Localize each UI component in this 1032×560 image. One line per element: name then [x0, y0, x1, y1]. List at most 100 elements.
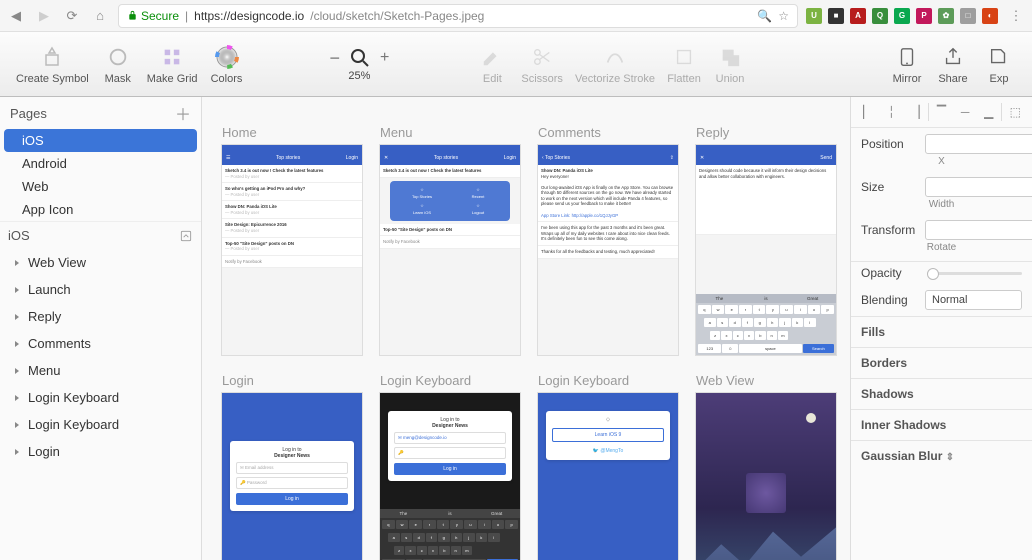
app-toolbar: Create SymbolMaskMake GridColors − + 25%… [0, 32, 1032, 97]
rotate-sublabel: Rotate [851, 242, 1032, 257]
artboard-cell[interactable]: Login KeyboardLog in toDesigner News✉ me… [380, 373, 520, 560]
exp-tool[interactable]: Exp [976, 44, 1022, 85]
mask-tool[interactable]: Mask [95, 44, 141, 85]
artboard-item[interactable]: Web View [0, 249, 201, 276]
fills-section[interactable]: Fills [851, 316, 1032, 347]
zoom-icon[interactable]: 🔍 [757, 9, 772, 23]
extension-icon[interactable]: Q [872, 8, 888, 24]
url-host: https://designcode.io [194, 9, 304, 23]
zoom-icon[interactable] [348, 46, 372, 70]
create-symbol-tool[interactable]: Create Symbol [10, 44, 95, 85]
colors-tool[interactable]: Colors [204, 44, 250, 85]
canvas[interactable]: Home☰Top storiesLoginSketch 3.4 is out n… [202, 97, 850, 560]
union-tool[interactable]: Union [707, 44, 753, 85]
page-item[interactable]: iOS [4, 129, 197, 152]
lock-icon [127, 10, 138, 21]
opacity-slider[interactable] [927, 272, 1022, 275]
chevron-right-icon [12, 447, 22, 457]
zoom-out-button[interactable]: − [330, 48, 341, 69]
extension-icon[interactable]: P [916, 8, 932, 24]
chevron-right-icon [12, 366, 22, 376]
position-label: Position [861, 137, 919, 151]
distribute-icon[interactable]: ⬚ [1004, 103, 1026, 121]
inner-shadows-section[interactable]: Inner Shadows [851, 409, 1032, 440]
union-icon [717, 44, 743, 70]
artboard-item[interactable]: Menu [0, 357, 201, 384]
page-item[interactable]: App Icon [0, 198, 201, 221]
artboard-item[interactable]: Comments [0, 330, 201, 357]
scissors-icon [529, 44, 555, 70]
borders-section[interactable]: Borders [851, 347, 1032, 378]
exp-icon [986, 44, 1012, 70]
size-width-field[interactable] [925, 177, 1032, 197]
extension-icon[interactable]: A [850, 8, 866, 24]
url-path: /cloud/sketch/Sketch-Pages.jpeg [310, 9, 484, 23]
chevron-right-icon [12, 339, 22, 349]
artboard-item[interactable]: Login Keyboard [0, 411, 201, 438]
artboard-cell[interactable]: Comments‹ Top Stories⇪Show DN: Panda iOS… [538, 125, 678, 355]
layers-panel: Pages ＋ iOSAndroidWebApp Icon iOS Web Vi… [0, 97, 202, 560]
extension-icons: U ■ AQGP ✿ □ ◐ [806, 8, 998, 24]
align-vcenter-icon[interactable]: ─ [954, 103, 976, 121]
add-page-button[interactable]: ＋ [175, 101, 191, 125]
artboard-label: Login [222, 373, 362, 389]
align-hcenter-icon[interactable]: ╎ [881, 103, 903, 121]
align-left-icon[interactable]: ▏ [857, 103, 879, 121]
artboard-item[interactable]: Login Keyboard [0, 384, 201, 411]
forward-button[interactable]: ▶ [34, 6, 54, 26]
artboard-cell[interactable]: LoginLog in toDesigner News✉ Email addre… [222, 373, 362, 560]
browser-bar: ◀ ▶ ⟳ ⌂ Secure | https://designcode.io/c… [0, 0, 1032, 32]
menu-icon[interactable]: ⋮ [1006, 6, 1026, 26]
flatten-tool[interactable]: Flatten [661, 44, 707, 85]
extension-icon[interactable]: ✿ [938, 8, 954, 24]
chevron-right-icon [12, 420, 22, 430]
extension-icon[interactable]: U [806, 8, 822, 24]
align-top-icon[interactable]: ▔ [931, 103, 953, 121]
share-tool[interactable]: Share [930, 44, 976, 85]
artboard-cell[interactable]: Login Keyboard⬦Learn iOS 9🐦 @MengTo [538, 373, 678, 560]
scissors-tool[interactable]: Scissors [515, 44, 569, 85]
gaussian-blur-section[interactable]: Gaussian Blur ⇕ [851, 440, 1032, 471]
transform-label: Transform [861, 223, 919, 237]
address-bar[interactable]: Secure | https://designcode.io/cloud/ske… [118, 4, 798, 28]
extension-icon[interactable]: G [894, 8, 910, 24]
page-item[interactable]: Web [0, 175, 201, 198]
shadows-section[interactable]: Shadows [851, 378, 1032, 409]
blending-label: Blending [861, 293, 919, 307]
collapse-icon[interactable] [179, 229, 193, 243]
chevron-right-icon [12, 312, 22, 322]
artboard-cell[interactable]: Menu✕Top storiesLoginSketch 3.4 is out n… [380, 125, 520, 355]
secure-badge: Secure [127, 9, 179, 23]
position-x-field[interactable] [925, 134, 1032, 154]
opacity-label: Opacity [861, 266, 919, 280]
artboard-item[interactable]: Launch [0, 276, 201, 303]
artboard-cell[interactable]: Reply✕SendDesigners should code because … [696, 125, 836, 355]
back-button[interactable]: ◀ [6, 6, 26, 26]
artboard-item[interactable]: Login [0, 438, 201, 465]
reload-button[interactable]: ⟳ [62, 6, 82, 26]
align-right-icon[interactable]: ▕ [904, 103, 926, 121]
artboard-item[interactable]: Reply [0, 303, 201, 330]
edit-tool[interactable]: Edit [469, 44, 515, 85]
artboard-label: Home [222, 125, 362, 141]
artboard-cell[interactable]: Web View [696, 373, 836, 560]
mirror-tool[interactable]: Mirror [884, 44, 930, 85]
extension-icon[interactable]: ■ [828, 8, 844, 24]
extension-icon[interactable]: ◐ [982, 8, 998, 24]
blending-select[interactable]: Normal [925, 290, 1022, 310]
vectorize-stroke-tool[interactable]: Vectorize Stroke [569, 44, 661, 85]
rotate-field[interactable] [925, 220, 1032, 240]
artboard-cell[interactable]: Home☰Top storiesLoginSketch 3.4 is out n… [222, 125, 362, 355]
x-sublabel: X [851, 156, 1032, 171]
make-grid-tool[interactable]: Make Grid [141, 44, 204, 85]
layer-group-header[interactable]: iOS [0, 221, 201, 249]
zoom-in-button[interactable]: + [380, 49, 389, 67]
pages-title: Pages [10, 106, 47, 121]
edit-icon [479, 44, 505, 70]
star-icon[interactable]: ☆ [778, 9, 789, 23]
extension-icon[interactable]: □ [960, 8, 976, 24]
align-bottom-icon[interactable]: ▁ [978, 103, 1000, 121]
flatten-icon [671, 44, 697, 70]
page-item[interactable]: Android [0, 152, 201, 175]
home-button[interactable]: ⌂ [90, 6, 110, 26]
